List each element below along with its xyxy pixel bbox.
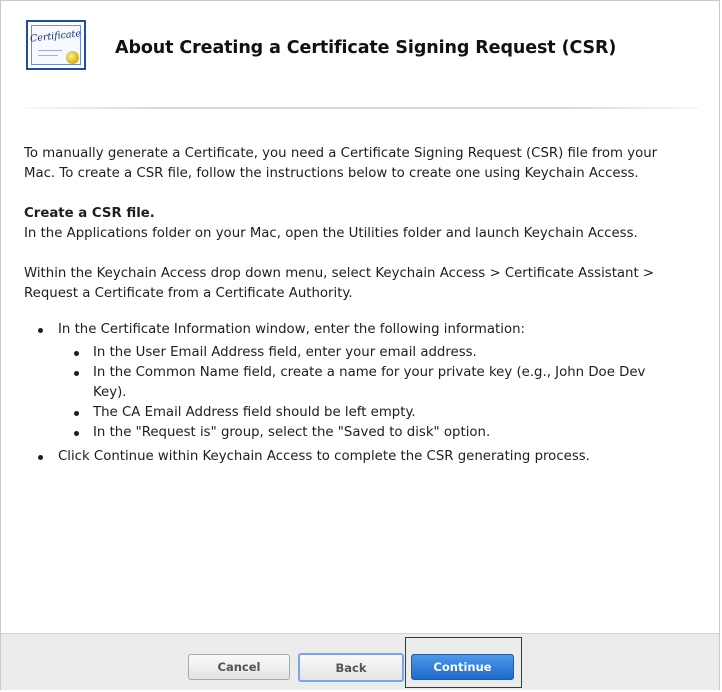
step-paragraph: In the Applications folder on your Mac, … [24,226,638,241]
list-item: In the Common Name field, create a name … [74,363,674,403]
instruction-list: In the Certificate Information window, e… [24,320,674,467]
sub-instruction-list: In the User Email Address field, enter y… [58,343,674,443]
seal-icon [66,51,79,64]
header-divider [23,107,699,109]
list-item: In the User Email Address field, enter y… [74,343,674,363]
cancel-button[interactable]: Cancel [188,654,290,680]
section-heading: Create a CSR file. [24,206,155,221]
back-button[interactable]: Back [298,653,404,682]
certificate-icon: Certificate [26,20,86,70]
dialog-header: Certificate About Creating a Certificate… [1,1,719,109]
list-item: The CA Email Address field should be lef… [74,403,674,423]
csr-dialog: Certificate About Creating a Certificate… [0,0,720,690]
list-item: In the Certificate Information window, e… [38,320,674,443]
instructions-body: To manually generate a Certificate, you … [24,144,674,471]
page-title: About Creating a Certificate Signing Req… [115,38,617,58]
dialog-footer: Cancel Back Continue [1,633,719,690]
certificate-icon-line [38,50,62,51]
list-item-text: In the Certificate Information window, e… [58,322,525,337]
continue-button[interactable]: Continue [411,654,514,680]
step-paragraph: Within the Keychain Access drop down men… [24,266,655,301]
intro-paragraph: To manually generate a Certificate, you … [24,146,658,181]
list-item: Click Continue within Keychain Access to… [38,447,674,467]
list-item-text: Click Continue within Keychain Access to… [58,449,590,464]
list-item: In the "Request is" group, select the "S… [74,423,674,443]
certificate-icon-line [38,55,58,56]
